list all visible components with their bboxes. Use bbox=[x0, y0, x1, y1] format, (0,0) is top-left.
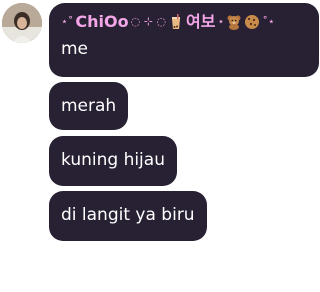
message-text-3: kuning hijau bbox=[61, 150, 165, 170]
sender-name-korean: 여보 bbox=[186, 12, 216, 31]
sender-decoration-middle: ◌ ⊹ ◌ bbox=[130, 15, 167, 28]
message-bubble-2[interactable]: merah bbox=[49, 82, 129, 130]
cookie-icon bbox=[244, 14, 260, 30]
sender-name: ChiOo bbox=[75, 12, 129, 31]
teddy-bear-icon bbox=[226, 14, 242, 30]
sender-decoration-right: ˚⋆ bbox=[262, 15, 275, 28]
message-bubble-4[interactable]: di langit ya biru bbox=[49, 191, 207, 241]
sender-name-row[interactable]: ⋆˚ ChiOo ◌ ⊹ ◌ 여보 ⋆ ˚⋆ bbox=[61, 11, 307, 33]
message-text-1: me bbox=[61, 39, 89, 59]
bubble-tea-icon bbox=[168, 14, 184, 30]
sender-avatar[interactable] bbox=[2, 3, 42, 43]
message-text-4: di langit ya biru bbox=[61, 205, 195, 225]
sender-decoration-left: ⋆˚ bbox=[61, 15, 74, 28]
message-bubble-1[interactable]: ⋆˚ ChiOo ◌ ⊹ ◌ 여보 ⋆ ˚⋆ me bbox=[49, 3, 319, 77]
chat-thread: ⋆˚ ChiOo ◌ ⊹ ◌ 여보 ⋆ ˚⋆ me merah kuning h… bbox=[0, 0, 320, 292]
message-bubble-3[interactable]: kuning hijau bbox=[49, 136, 177, 186]
star-deco: ⋆ bbox=[217, 15, 225, 28]
message-text-2: merah bbox=[61, 96, 117, 116]
avatar-photo bbox=[2, 3, 42, 43]
